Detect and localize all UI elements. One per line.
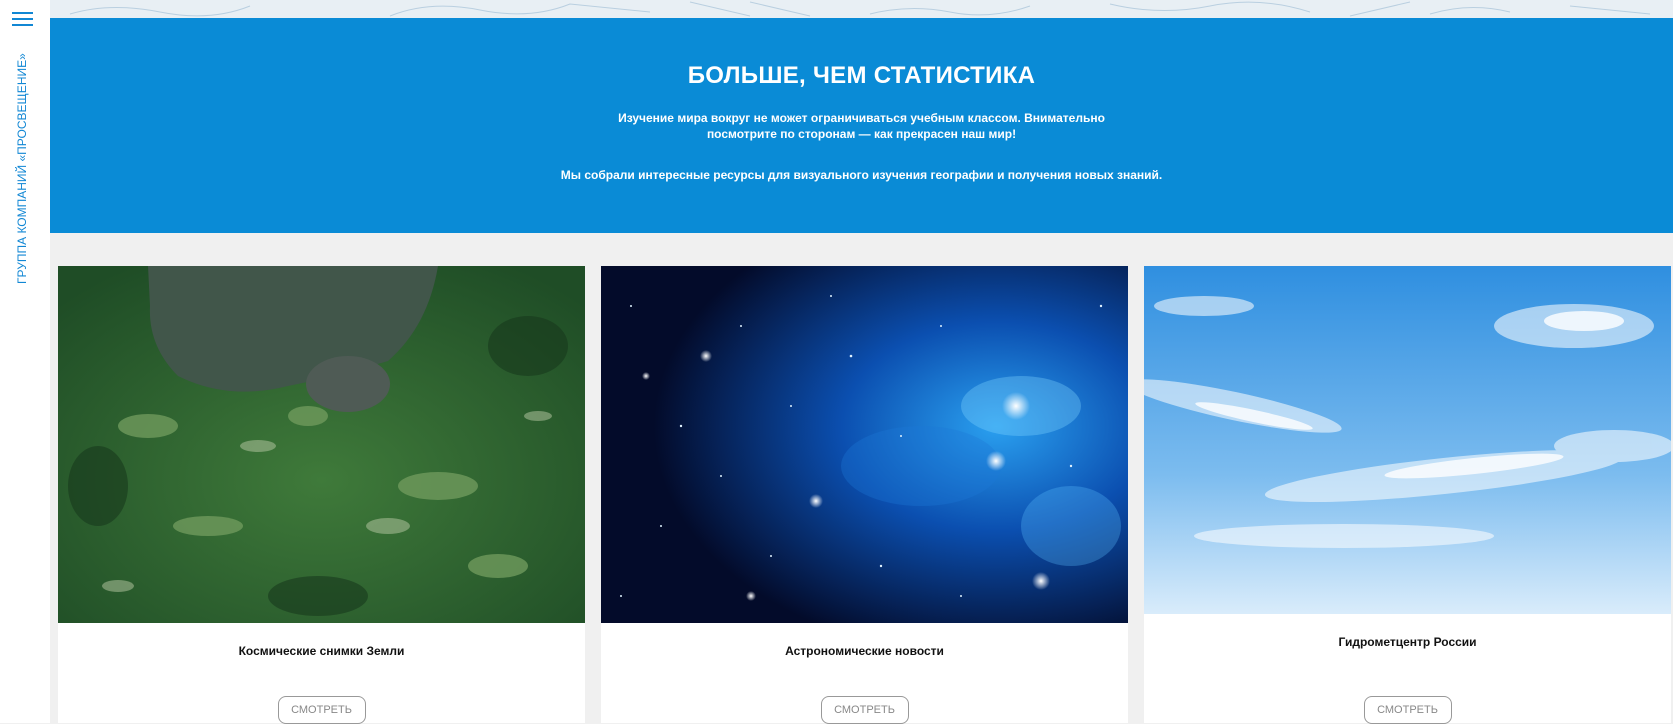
view-button[interactable]: СМОТРЕТЬ [277,696,366,724]
card-astronomy[interactable]: Астрономические новости СМОТРЕТЬ [601,266,1128,724]
side-rail: ГРУППА КОМПАНИЙ «ПРОСВЕЩЕНИЕ» [0,0,50,723]
hamburger-menu-icon[interactable] [12,11,33,27]
card-title: Гидрометцентр России [1338,635,1477,649]
hero-description-2: Мы собрали интересные ресурсы для визуал… [560,168,1163,182]
card-satellite[interactable]: Космические снимки Земли СМОТРЕТЬ [58,266,585,724]
brand-vertical-link[interactable]: ГРУППА КОМПАНИЙ «ПРОСВЕЩЕНИЕ» [15,44,31,284]
hero-banner: БОЛЬШЕ, ЧЕМ СТАТИСТИКА Изучение мира вок… [50,18,1673,233]
galaxy-nebula-image[interactable] [601,266,1128,623]
card-title: Космические снимки Земли [238,644,405,658]
card-weather[interactable]: Гидрометцентр России СМОТРЕТЬ [1144,266,1671,724]
card-title: Астрономические новости [785,644,944,658]
hero-title: БОЛЬШЕ, ЧЕМ СТАТИСТИКА [687,62,1036,89]
brand-vertical-text: ГРУППА КОМПАНИЙ «ПРОСВЕЩЕНИЕ» [15,53,29,284]
hero-description-1: Изучение мира вокруг не может ограничива… [618,111,1105,141]
satellite-earth-image[interactable] [58,266,585,623]
blue-sky-clouds-image[interactable] [1144,266,1671,614]
view-button[interactable]: СМОТРЕТЬ [1363,696,1452,724]
view-button[interactable]: СМОТРЕТЬ [820,696,909,724]
top-map-strip [50,0,1673,18]
